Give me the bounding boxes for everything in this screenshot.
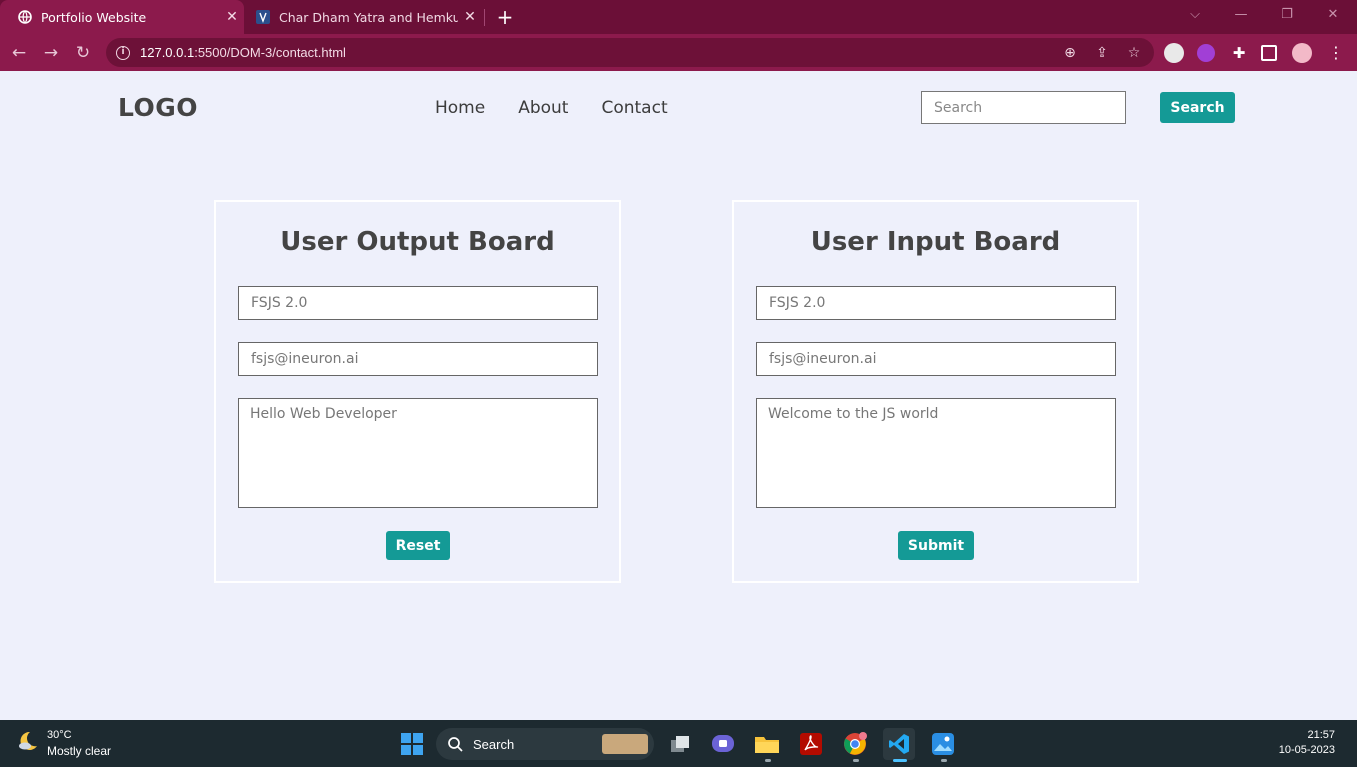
site-favicon-icon <box>256 10 270 24</box>
profile-avatar-icon[interactable] <box>1292 43 1312 63</box>
browser-toolbar: ← → ↻ i 127.0.0.1:5500/DOM-3/contact.htm… <box>0 34 1357 71</box>
browser-tab-strip: Portfolio Website ✕ Char Dham Yatra and … <box>0 0 1357 34</box>
weather-temperature: 30°C <box>47 729 72 741</box>
globe-icon <box>18 10 32 24</box>
user-input-board: User Input Board Submit <box>732 200 1139 583</box>
new-tab-icon[interactable]: + <box>494 6 516 28</box>
taskbar: 30°C Mostly clear Search 21:57 10-05-202… <box>0 720 1357 767</box>
extensions-puzzle-icon[interactable]: ✚ <box>1229 43 1249 63</box>
windows-start-icon[interactable] <box>396 728 428 760</box>
address-bar[interactable]: i 127.0.0.1:5500/DOM-3/contact.html ⊕ ⇪ … <box>106 38 1154 67</box>
output-name-field[interactable] <box>238 286 598 320</box>
extension-avatar-icon[interactable] <box>1164 43 1184 63</box>
output-email-field[interactable] <box>238 342 598 376</box>
running-indicator <box>853 759 859 762</box>
tab-separator <box>484 9 485 26</box>
tab-title: Char Dham Yatra and Hemkund S <box>279 9 458 25</box>
close-tab-icon[interactable]: ✕ <box>220 9 244 25</box>
back-icon[interactable]: ← <box>7 41 31 65</box>
tab-search-chevron-icon[interactable]: ⌵ <box>1172 4 1218 26</box>
task-view-icon[interactable] <box>664 728 696 760</box>
weather-moon-icon[interactable] <box>16 729 40 753</box>
vscode-icon[interactable] <box>883 728 915 760</box>
close-tab-icon[interactable]: ✕ <box>458 9 482 25</box>
nav-contact[interactable]: Contact <box>601 98 667 118</box>
nav-home[interactable]: Home <box>435 98 485 118</box>
tab-char-dham[interactable]: Char Dham Yatra and Hemkund S ✕ <box>248 0 482 34</box>
reload-icon[interactable]: ↻ <box>71 41 95 65</box>
input-email-field[interactable] <box>756 342 1116 376</box>
minimize-icon[interactable]: — <box>1218 4 1264 26</box>
photos-icon[interactable] <box>927 728 959 760</box>
board-title: User Input Board <box>810 227 1061 257</box>
share-icon[interactable]: ⇪ <box>1094 45 1110 61</box>
reset-button[interactable]: Reset <box>386 531 450 560</box>
side-panel-icon[interactable] <box>1261 45 1277 61</box>
url-text: 127.0.0.1:5500/DOM-3/contact.html <box>140 45 346 60</box>
site-info-icon[interactable]: i <box>116 45 130 60</box>
output-message-field[interactable] <box>238 398 598 508</box>
taskbar-search-label: Search <box>473 736 515 752</box>
running-indicator <box>765 759 771 762</box>
acrobat-reader-icon[interactable] <box>795 728 827 760</box>
weather-description: Mostly clear <box>47 744 112 758</box>
submit-button[interactable]: Submit <box>898 531 974 560</box>
search-button[interactable]: Search <box>1160 92 1235 123</box>
user-output-board: User Output Board Reset <box>214 200 621 583</box>
input-name-field[interactable] <box>756 286 1116 320</box>
nav-about[interactable]: About <box>518 98 568 118</box>
restore-icon[interactable]: ❐ <box>1264 4 1310 26</box>
clock-date[interactable]: 10-05-2023 <box>1279 744 1335 756</box>
search-icon <box>448 736 463 752</box>
active-indicator <box>893 759 907 762</box>
close-window-icon[interactable]: ✕ <box>1310 4 1356 26</box>
teams-chat-icon[interactable] <box>707 728 739 760</box>
main-nav: Home About Contact <box>435 98 668 118</box>
tab-title: Portfolio Website <box>41 9 147 25</box>
board-title: User Output Board <box>280 227 555 257</box>
browser-menu-icon[interactable]: ⋮ <box>1326 43 1346 63</box>
zoom-icon[interactable]: ⊕ <box>1062 45 1078 61</box>
extension-purple-icon[interactable] <box>1197 44 1215 62</box>
running-indicator <box>941 759 947 762</box>
tab-portfolio-website[interactable]: Portfolio Website ✕ <box>0 0 244 34</box>
clock-time[interactable]: 21:57 <box>1307 729 1335 741</box>
search-input[interactable] <box>921 91 1126 124</box>
page-content: LOGO Home About Contact Search User Outp… <box>0 71 1357 720</box>
input-message-field[interactable] <box>756 398 1116 508</box>
search-highlight-icon <box>602 734 648 754</box>
chrome-icon[interactable] <box>839 728 871 760</box>
site-logo[interactable]: LOGO <box>118 93 198 122</box>
forward-icon[interactable]: → <box>39 41 63 65</box>
file-explorer-icon[interactable] <box>751 728 783 760</box>
bookmark-star-icon[interactable]: ☆ <box>1126 45 1142 61</box>
taskbar-search[interactable]: Search <box>436 728 654 760</box>
